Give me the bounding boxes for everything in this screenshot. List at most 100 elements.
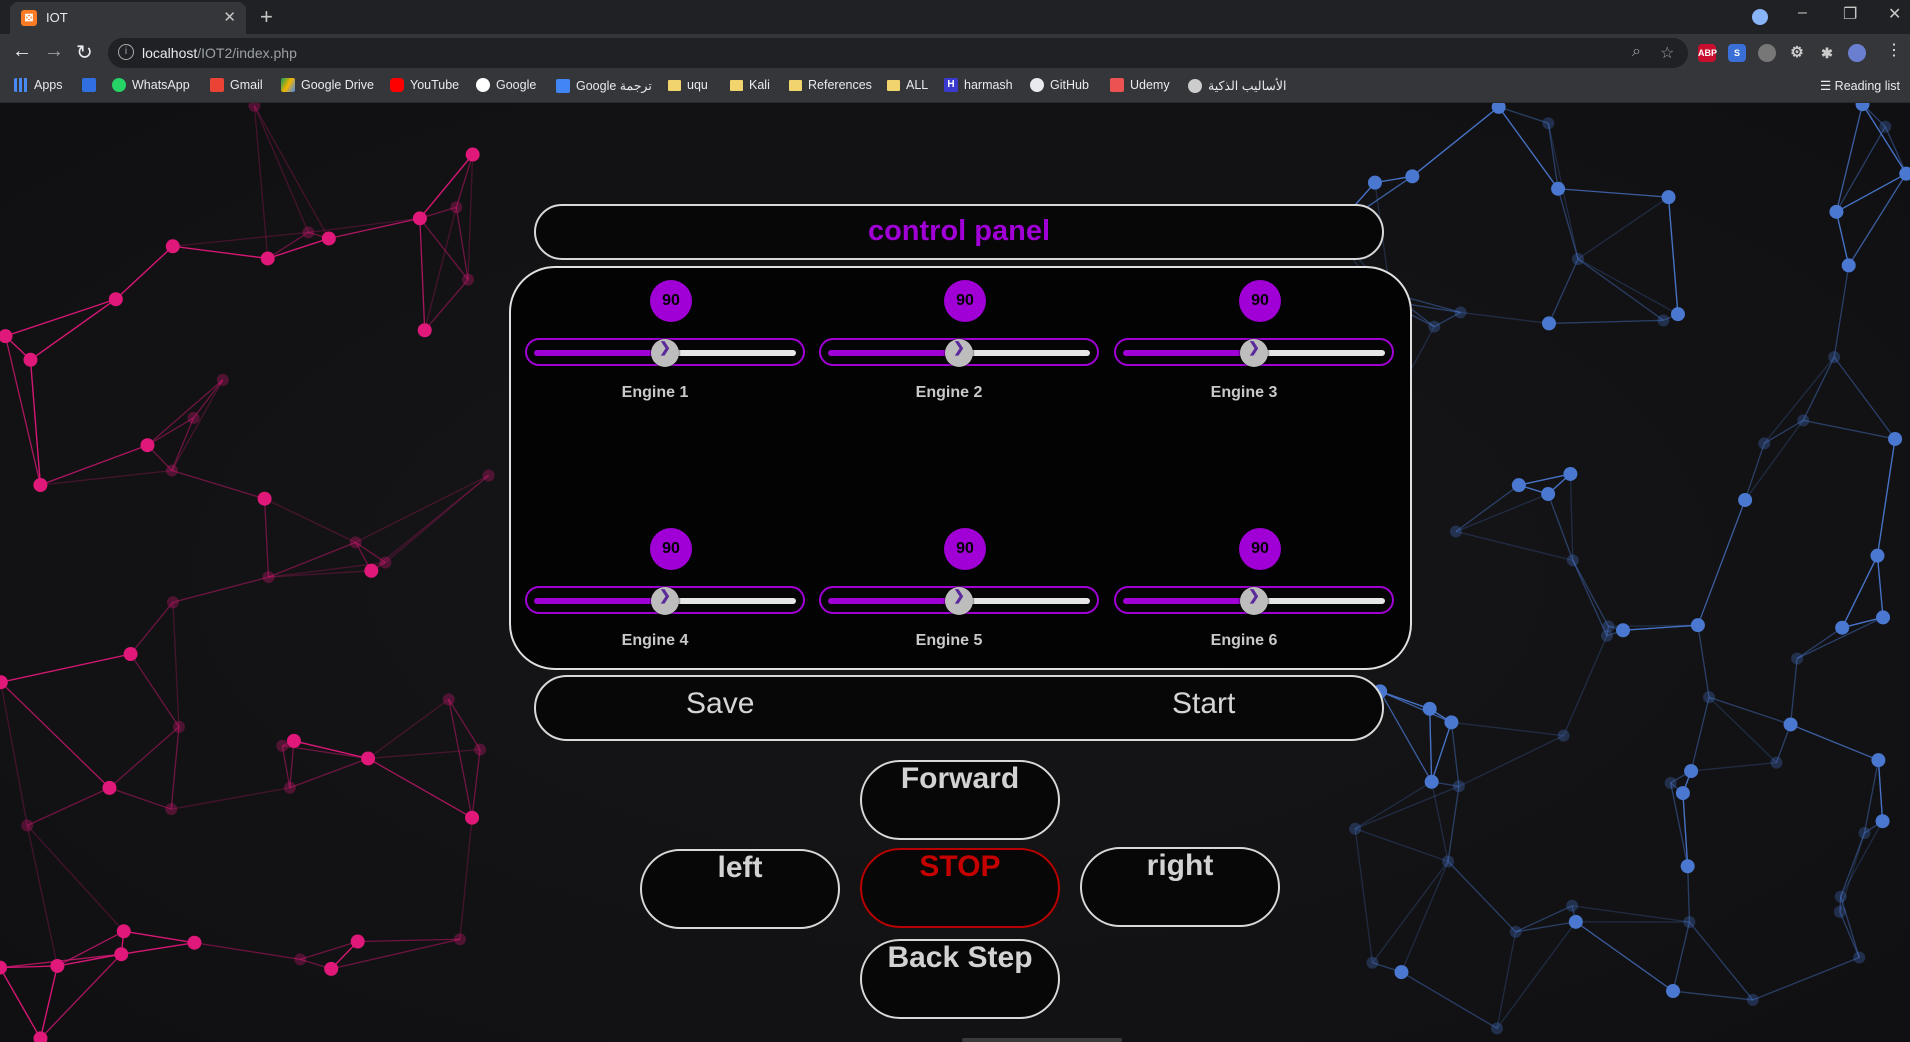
stop-button[interactable]: STOP xyxy=(860,848,1060,928)
adblock-icon[interactable]: ABP xyxy=(1698,44,1717,62)
slider-track xyxy=(1254,350,1385,356)
bookmark-all[interactable]: ALL xyxy=(887,78,928,92)
xampp-icon: ⊠ xyxy=(21,10,37,26)
bookmark-blue-icon xyxy=(82,78,96,92)
engine-3-value-badge: 90 xyxy=(1239,280,1281,322)
slider-fill xyxy=(1123,350,1254,356)
close-window-icon[interactable]: ✕ xyxy=(1888,4,1901,24)
zoom-icon[interactable]: ⌕ xyxy=(1632,43,1641,61)
tab-title: IOT xyxy=(46,10,68,25)
engine-2-label: Engine 2 xyxy=(915,384,983,401)
bookmark-harmash[interactable]: Hharmash xyxy=(944,78,1013,92)
engine-1-slider[interactable]: ❯ xyxy=(525,338,805,367)
scrollbar-indicator[interactable] xyxy=(962,1038,1122,1042)
slider-thumb[interactable]: ❯ xyxy=(1240,339,1268,367)
slider-track xyxy=(959,598,1090,604)
bookmark-uqu[interactable]: uqu xyxy=(668,78,708,92)
engine-6-slider[interactable]: ❯ xyxy=(1114,586,1394,615)
slider-track xyxy=(959,350,1090,356)
slider-fill xyxy=(1123,598,1254,604)
engine-6-control: 90 ❯ Engine 6 xyxy=(1114,528,1394,658)
harmash-icon: H xyxy=(944,78,958,92)
engine-3-slider[interactable]: ❯ xyxy=(1114,338,1394,367)
slider-fill xyxy=(828,598,959,604)
bookmark-drive[interactable]: Google Drive xyxy=(281,78,374,92)
reading-list-icon: ☰ xyxy=(1819,79,1835,93)
extension-circle-icon[interactable] xyxy=(1758,44,1776,62)
github-icon xyxy=(1030,78,1044,92)
engine-4-slider[interactable]: ❯ xyxy=(525,586,805,615)
folder-icon xyxy=(668,79,681,91)
folder-icon xyxy=(789,79,802,91)
slider-thumb[interactable]: ❯ xyxy=(1240,587,1268,615)
tab-search-icon[interactable] xyxy=(1752,9,1768,25)
close-icon[interactable]: ✕ xyxy=(223,8,236,26)
google-icon xyxy=(476,78,490,92)
page-title: control panel xyxy=(867,215,1051,247)
gear-icon[interactable]: ⚙ xyxy=(1788,44,1806,62)
extension-s-icon[interactable]: S xyxy=(1728,44,1746,62)
bookmark-google[interactable]: Google xyxy=(476,78,536,92)
left-button[interactable]: left xyxy=(640,849,840,929)
back-arrow-icon[interactable]: ← xyxy=(12,40,32,63)
slider-thumb[interactable]: ❯ xyxy=(945,339,973,367)
reading-list-button[interactable]: ☰ Reading list xyxy=(1820,78,1900,93)
engine-4-label: Engine 4 xyxy=(621,632,689,649)
bookmark-smart-methods[interactable]: الأساليب الذكية xyxy=(1188,78,1286,93)
bookmark-whatsapp[interactable]: WhatsApp xyxy=(112,78,190,92)
engine-2-control: 90 ❯ Engine 2 xyxy=(819,280,1099,410)
bookmark-blue[interactable] xyxy=(82,78,96,92)
reload-icon[interactable]: ↻ xyxy=(76,40,93,65)
bookmark-apps[interactable]: Apps xyxy=(14,78,63,92)
bookmarks-bar: Apps WhatsApp Gmail Google Drive YouTube… xyxy=(0,72,1910,103)
kebab-menu-icon[interactable]: ⋮ xyxy=(1886,40,1902,60)
info-icon[interactable]: i xyxy=(118,44,134,60)
new-tab-icon[interactable]: + xyxy=(260,4,273,30)
minimize-icon[interactable]: – xyxy=(1798,4,1807,22)
forward-arrow-icon[interactable]: → xyxy=(44,40,64,63)
forward-button[interactable]: Forward xyxy=(860,760,1060,840)
engine-2-slider[interactable]: ❯ xyxy=(819,338,1099,367)
bookmark-github[interactable]: GitHub xyxy=(1030,78,1089,92)
engine-1-value-badge: 90 xyxy=(650,280,692,322)
globe-icon xyxy=(1188,78,1202,93)
whatsapp-icon xyxy=(112,78,126,92)
page-content: control panel 90 ❯ Engine 1 90 ❯ Engine … xyxy=(0,103,1910,1042)
action-bar: Save Start xyxy=(534,675,1384,741)
browser-tab-strip: ⊠ IOT ✕ + – ❐ ✕ xyxy=(0,0,1910,34)
slider-track xyxy=(665,598,796,604)
address-bar[interactable]: i localhost/IOT2/index.php ⌕ ☆ xyxy=(108,38,1688,68)
browser-tab[interactable]: ⊠ IOT ✕ xyxy=(10,2,246,34)
bookmark-udemy[interactable]: Udemy xyxy=(1110,78,1170,92)
slider-thumb[interactable]: ❯ xyxy=(945,587,973,615)
restore-icon[interactable]: ❐ xyxy=(1843,4,1857,24)
slider-thumb[interactable]: ❯ xyxy=(651,339,679,367)
bookmark-gmail[interactable]: Gmail xyxy=(210,78,263,92)
back-step-button[interactable]: Back Step xyxy=(860,939,1060,1019)
puzzle-icon[interactable]: ✱ xyxy=(1818,44,1836,62)
url-text[interactable]: localhost/IOT2/index.php xyxy=(142,45,297,61)
bookmark-youtube[interactable]: YouTube xyxy=(390,78,459,92)
bookmark-kali[interactable]: Kali xyxy=(730,78,770,92)
star-icon[interactable]: ☆ xyxy=(1660,43,1674,63)
engine-6-label: Engine 6 xyxy=(1210,632,1278,649)
slider-thumb[interactable]: ❯ xyxy=(651,587,679,615)
engine-4-control: 90 ❯ Engine 4 xyxy=(525,528,805,658)
slider-fill xyxy=(828,350,959,356)
save-button[interactable]: Save xyxy=(686,687,754,721)
engine-1-label: Engine 1 xyxy=(621,384,689,401)
folder-icon xyxy=(730,79,743,91)
right-button[interactable]: right xyxy=(1080,847,1280,927)
engine-5-slider[interactable]: ❯ xyxy=(819,586,1099,615)
slider-track xyxy=(1254,598,1385,604)
google-drive-icon xyxy=(281,78,295,92)
bookmark-references[interactable]: References xyxy=(789,78,872,92)
start-button[interactable]: Start xyxy=(1172,687,1235,721)
bookmark-translate[interactable]: Google ترجمة xyxy=(556,78,652,93)
engine-3-control: 90 ❯ Engine 3 xyxy=(1114,280,1394,410)
engine-4-value-badge: 90 xyxy=(650,528,692,570)
udemy-icon xyxy=(1110,78,1124,92)
slider-fill xyxy=(534,598,665,604)
avatar[interactable] xyxy=(1848,44,1866,62)
panel-title-bar: control panel xyxy=(534,204,1384,260)
